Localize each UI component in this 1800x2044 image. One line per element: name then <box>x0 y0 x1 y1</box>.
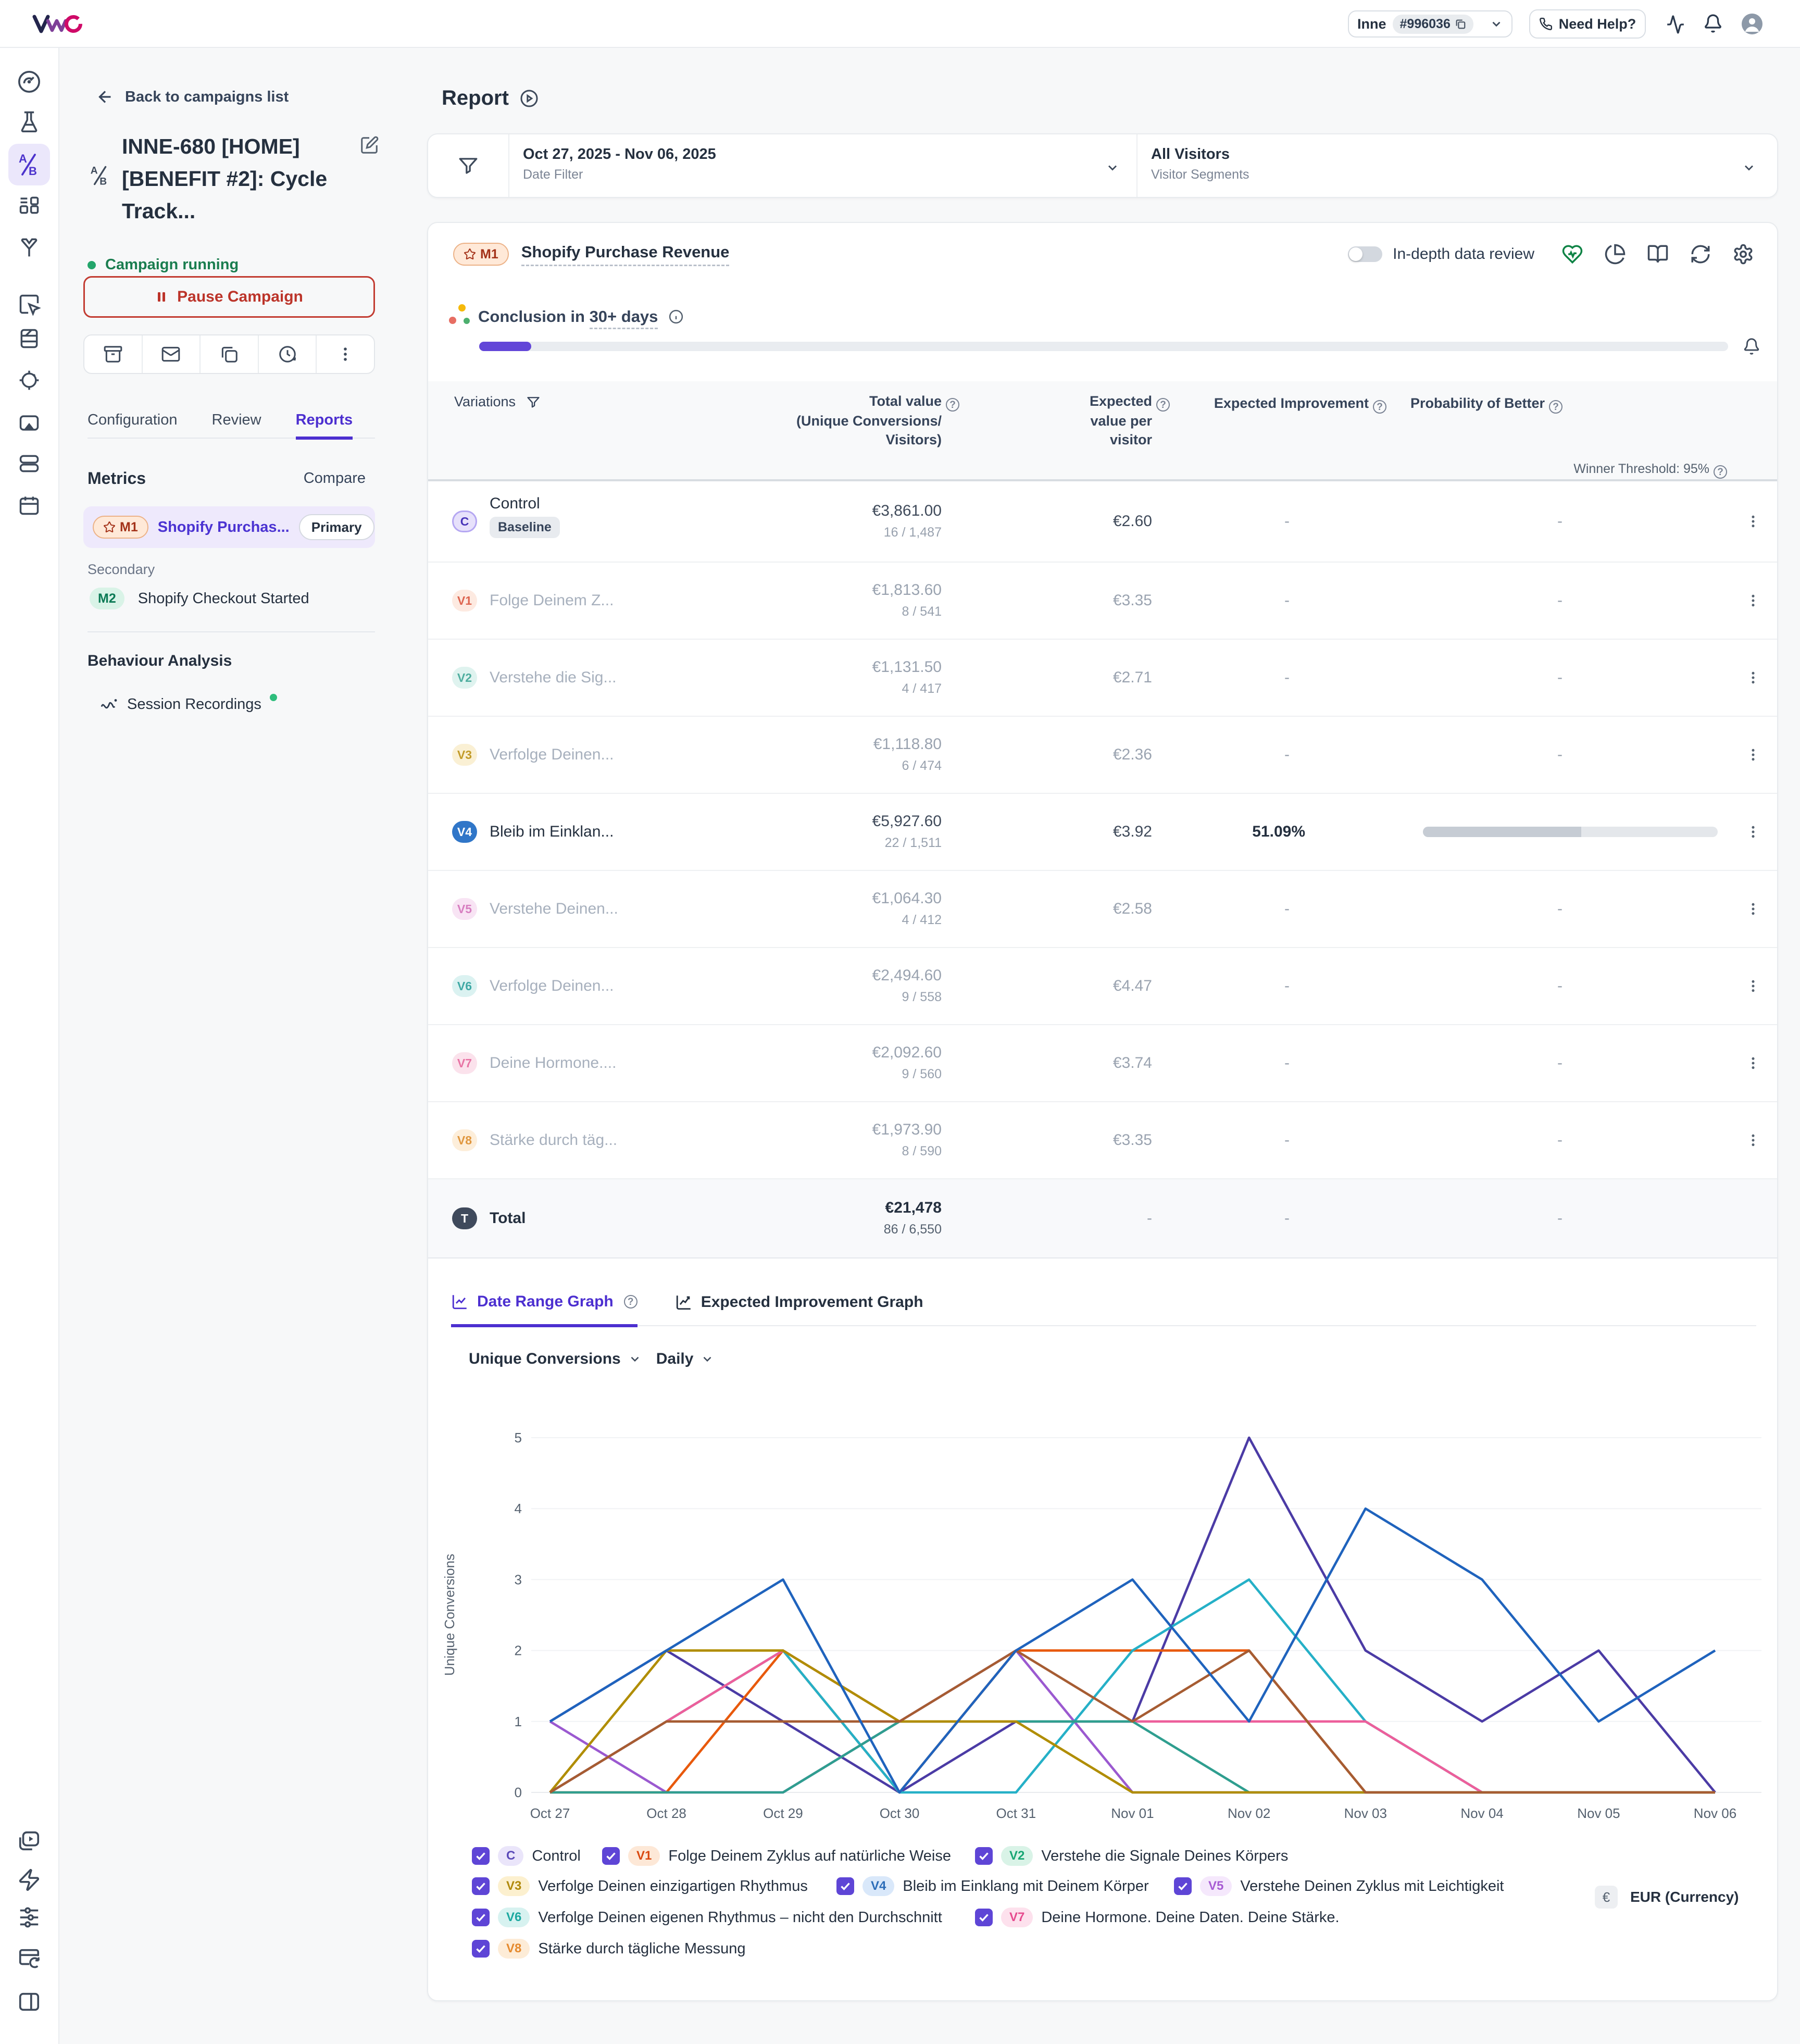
svg-text:Nov 03: Nov 03 <box>1344 1805 1387 1821</box>
svg-text:3: 3 <box>515 1572 522 1587</box>
svg-text:Nov 05: Nov 05 <box>1577 1805 1620 1821</box>
svg-text:Unique Conversions: Unique Conversions <box>442 1554 457 1676</box>
svg-text:B: B <box>29 165 37 177</box>
svg-text:1: 1 <box>515 1714 522 1729</box>
svg-text:Nov 02: Nov 02 <box>1228 1805 1270 1821</box>
svg-text:Oct 31: Oct 31 <box>996 1805 1036 1821</box>
svg-text:B: B <box>99 177 107 187</box>
svg-text:5: 5 <box>515 1430 522 1445</box>
svg-text:A: A <box>91 166 98 177</box>
svg-text:Nov 04: Nov 04 <box>1460 1805 1503 1821</box>
svg-text:2: 2 <box>515 1643 522 1659</box>
svg-text:Oct 28: Oct 28 <box>646 1805 686 1821</box>
svg-text:Oct 30: Oct 30 <box>880 1805 920 1821</box>
svg-text:0: 0 <box>515 1785 522 1800</box>
svg-text:Oct 29: Oct 29 <box>763 1805 803 1821</box>
svg-text:A: A <box>19 152 27 165</box>
svg-text:4: 4 <box>515 1501 522 1516</box>
svg-text:Oct 27: Oct 27 <box>530 1805 570 1821</box>
svg-text:Nov 06: Nov 06 <box>1694 1805 1736 1821</box>
svg-text:Nov 01: Nov 01 <box>1111 1805 1154 1821</box>
